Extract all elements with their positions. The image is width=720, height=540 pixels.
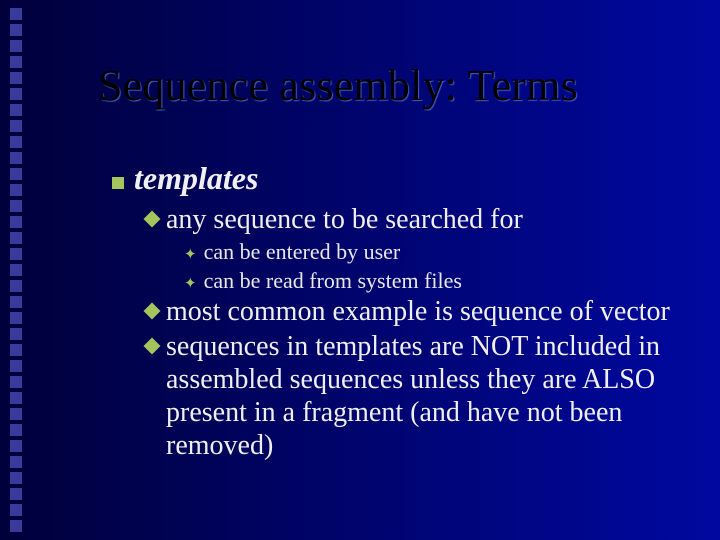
- deco-square: [10, 312, 22, 324]
- deco-square: [10, 328, 22, 340]
- deco-square: [10, 376, 22, 388]
- deco-square: [10, 216, 22, 228]
- deco-square: [10, 168, 22, 180]
- deco-square: [10, 248, 22, 260]
- deco-square: [10, 184, 22, 196]
- bullet-level2: most common example is sequence of vecto…: [146, 295, 672, 328]
- bullet-text: any sequence to be searched for: [166, 203, 523, 236]
- deco-square: [10, 24, 22, 36]
- deco-square: [10, 392, 22, 404]
- deco-square: [10, 264, 22, 276]
- bullet-level3: ✦ can be read from system files: [184, 267, 672, 295]
- deco-square: [10, 136, 22, 148]
- deco-square: [10, 472, 22, 484]
- deco-square: [10, 152, 22, 164]
- bullet-text: can be read from system files: [204, 267, 462, 295]
- deco-square: [10, 72, 22, 84]
- deco-square: [10, 408, 22, 420]
- deco-square: [10, 200, 22, 212]
- slide: Sequence assembly: Terms templates any s…: [0, 0, 720, 540]
- deco-square: [10, 440, 22, 452]
- deco-square: [10, 104, 22, 116]
- deco-square: [10, 280, 22, 292]
- deco-square: [10, 360, 22, 372]
- bullet-level3: ✦ can be entered by user: [184, 238, 672, 266]
- deco-square: [10, 344, 22, 356]
- deco-square: [10, 456, 22, 468]
- bullet-level1: templates: [112, 160, 672, 197]
- decorative-squares-column: [10, 8, 22, 532]
- deco-square: [10, 504, 22, 516]
- diamond-bullet-icon: [144, 211, 161, 228]
- deco-square: [10, 120, 22, 132]
- bullet-level2: any sequence to be searched for: [146, 203, 672, 236]
- deco-square: [10, 56, 22, 68]
- bullet-text: can be entered by user: [204, 238, 401, 266]
- fleur-bullet-icon: ✦: [184, 275, 197, 294]
- diamond-bullet-icon: [144, 303, 161, 320]
- deco-square: [10, 232, 22, 244]
- bullet-level2: sequences in templates are NOT included …: [146, 330, 672, 462]
- bullet-text: most common example is sequence of vecto…: [166, 295, 670, 328]
- slide-body: templates any sequence to be searched fo…: [112, 160, 672, 464]
- deco-square: [10, 40, 22, 52]
- bullet-text: templates: [134, 160, 258, 197]
- deco-square: [10, 296, 22, 308]
- fleur-bullet-icon: ✦: [184, 246, 197, 265]
- deco-square: [10, 8, 22, 20]
- deco-square: [10, 88, 22, 100]
- slide-title: Sequence assembly: Terms: [98, 60, 578, 111]
- deco-square: [10, 488, 22, 500]
- square-bullet-icon: [112, 177, 124, 189]
- bullet-text: sequences in templates are NOT included …: [166, 330, 672, 462]
- deco-square: [10, 520, 22, 532]
- deco-square: [10, 424, 22, 436]
- diamond-bullet-icon: [144, 338, 161, 355]
